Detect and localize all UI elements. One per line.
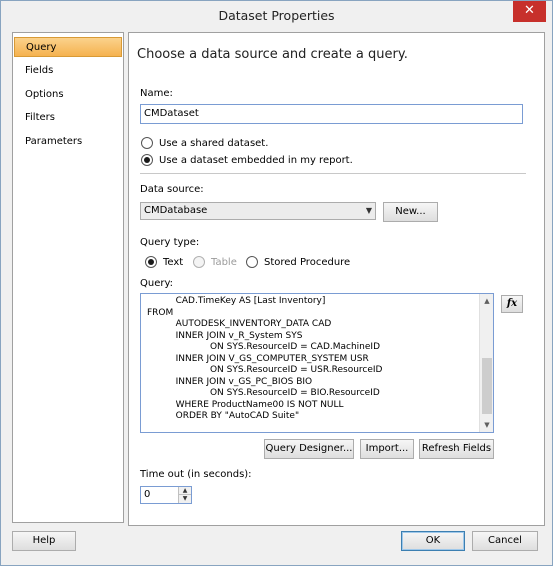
query-designer-button[interactable]: Query Designer... — [264, 439, 354, 459]
shared-dataset-radio[interactable] — [141, 137, 153, 149]
name-label: Name: — [140, 88, 173, 99]
sidebar-item-query[interactable]: Query — [14, 37, 122, 57]
data-source-label: Data source: — [140, 184, 204, 195]
query-type-stored-procedure-option[interactable]: Stored Procedure — [246, 255, 350, 269]
scrollbar-thumb[interactable] — [482, 358, 492, 414]
scroll-down-icon[interactable]: ▼ — [480, 418, 493, 432]
stepper-down-icon[interactable]: ▼ — [179, 495, 191, 503]
new-data-source-button[interactable]: New... — [383, 202, 438, 222]
query-type-stored-procedure-label: Stored Procedure — [264, 256, 351, 268]
query-type-text-label: Text — [163, 256, 184, 268]
query-type-label: Query type: — [140, 237, 200, 248]
sidebar-item-filters[interactable]: Filters — [14, 108, 122, 128]
expression-fx-button[interactable]: fx — [501, 295, 523, 313]
query-panel: Choose a data source and create a query.… — [128, 32, 545, 526]
import-button[interactable]: Import... — [360, 439, 414, 459]
query-text: CAD.TimeKey AS [Last Inventory] FROM AUT… — [147, 296, 383, 421]
use-embedded-dataset-option[interactable]: Use a dataset embedded in my report. — [141, 153, 353, 167]
query-type-table-label: Table — [211, 256, 237, 268]
sidebar-item-options[interactable]: Options — [14, 85, 122, 105]
stepper-up-icon[interactable]: ▲ — [179, 487, 191, 495]
cancel-button[interactable]: Cancel — [472, 531, 538, 551]
timeout-stepper-buttons[interactable]: ▲ ▼ — [178, 487, 191, 503]
name-input[interactable]: CMDataset — [140, 104, 523, 124]
embedded-dataset-radio[interactable] — [141, 154, 153, 166]
refresh-fields-button[interactable]: Refresh Fields — [419, 439, 494, 459]
help-button[interactable]: Help — [12, 531, 76, 551]
ok-button[interactable]: OK — [401, 531, 465, 551]
close-button[interactable]: ✕ — [513, 1, 546, 22]
timeout-label: Time out (in seconds): — [140, 469, 252, 480]
query-scrollbar[interactable]: ▲ ▼ — [479, 294, 493, 432]
fx-icon: fx — [506, 298, 518, 309]
title-bar[interactable]: Dataset Properties ✕ — [1, 1, 552, 31]
query-type-table-radio — [193, 256, 205, 268]
query-textarea[interactable]: CAD.TimeKey AS [Last Inventory] FROM AUT… — [140, 293, 494, 433]
query-label: Query: — [140, 278, 174, 289]
window-title: Dataset Properties — [218, 8, 335, 23]
panel-heading: Choose a data source and create a query. — [137, 47, 408, 62]
data-source-value: CMDatabase — [144, 205, 208, 216]
chevron-down-icon: ▼ — [365, 206, 372, 215]
dataset-properties-dialog: Dataset Properties ✕ Query Fields Option… — [0, 0, 553, 566]
timeout-stepper[interactable]: 0 ▲ ▼ — [140, 486, 192, 504]
close-icon: ✕ — [524, 3, 535, 18]
data-source-dropdown[interactable]: CMDatabase ▼ — [140, 202, 376, 220]
query-type-text-option[interactable]: Text — [145, 255, 183, 269]
sidebar-item-fields[interactable]: Fields — [14, 61, 122, 81]
timeout-value: 0 — [144, 489, 151, 500]
scroll-up-icon[interactable]: ▲ — [480, 294, 493, 308]
query-type-table-option: Table — [193, 255, 237, 269]
use-shared-dataset-option[interactable]: Use a shared dataset. — [141, 136, 268, 150]
query-type-text-radio[interactable] — [145, 256, 157, 268]
section-divider — [140, 173, 526, 174]
query-type-stored-procedure-radio[interactable] — [246, 256, 258, 268]
sidebar-item-parameters[interactable]: Parameters — [14, 132, 122, 152]
shared-dataset-label: Use a shared dataset. — [159, 137, 269, 149]
embedded-dataset-label: Use a dataset embedded in my report. — [159, 154, 353, 166]
sidebar-nav: Query Fields Options Filters Parameters — [12, 32, 124, 523]
